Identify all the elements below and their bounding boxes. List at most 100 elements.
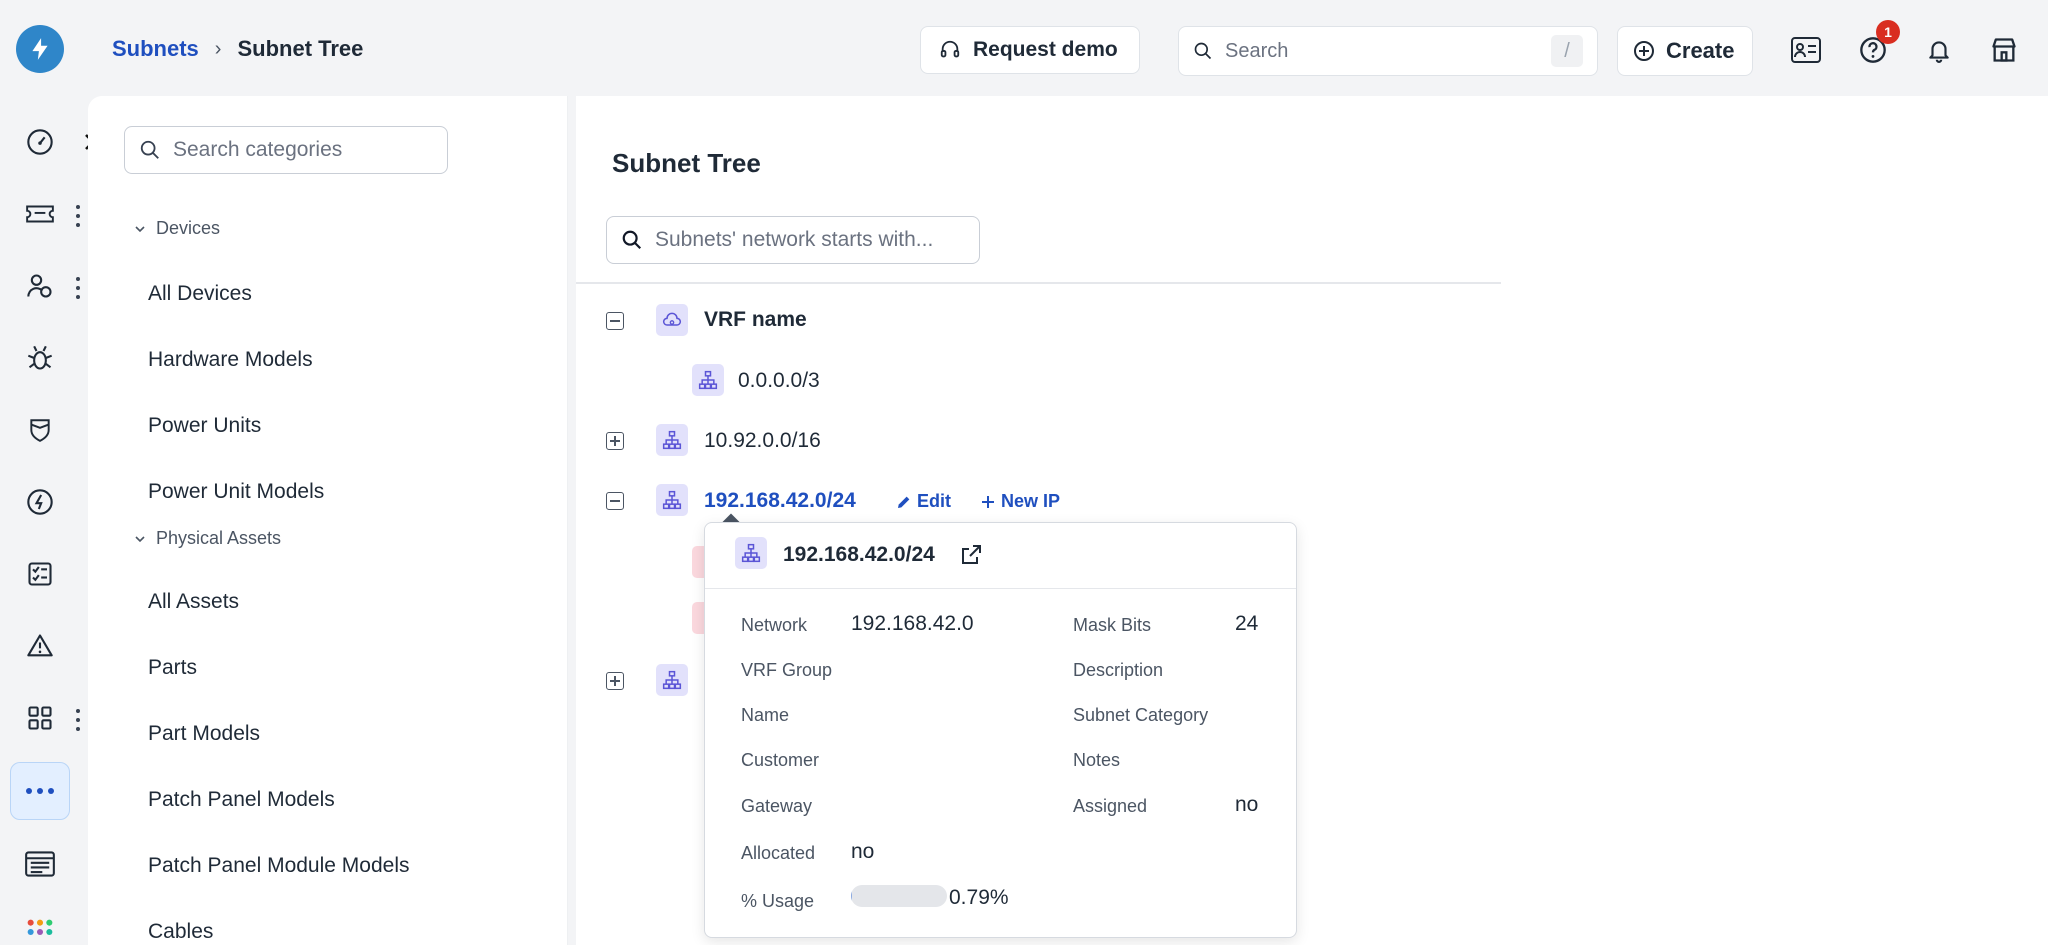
category-group-label: Physical Assets <box>156 528 282 548</box>
rail-tickets[interactable] <box>20 194 60 234</box>
speedometer-icon <box>27 489 53 515</box>
vrf-group-label: VRF Group <box>741 660 833 680</box>
category-item-part-models[interactable]: Part Models <box>148 722 260 746</box>
global-search-placeholder: Search <box>1225 39 1289 62</box>
hierarchy-glyph <box>662 430 682 450</box>
subnet-details-popover: 192.168.42.0/24 Network 192.168.42.0 Mas… <box>704 522 1297 938</box>
hierarchy-glyph <box>698 370 718 390</box>
rail-apps[interactable] <box>20 698 60 738</box>
search-icon <box>1194 42 1212 60</box>
shield-icon <box>30 419 50 442</box>
top-bar: Subnets › Subnet Tree Request demo Searc… <box>0 0 2048 96</box>
expand-subnet-toggle[interactable] <box>606 432 624 450</box>
description-label: Description <box>1073 660 1164 680</box>
cloud-network-icon <box>656 304 688 336</box>
rail-tasks[interactable] <box>20 554 60 594</box>
chevron-down-icon <box>135 535 145 542</box>
category-group-devices[interactable]: Devices <box>134 218 220 239</box>
tree-node-subnet-link[interactable]: 192.168.42.0/24 <box>704 489 856 513</box>
rail-people-menu[interactable] <box>74 277 82 299</box>
subnet-icon <box>656 484 688 516</box>
category-search-input[interactable]: Search categories <box>124 126 448 174</box>
app-launcher-icon <box>27 919 53 936</box>
request-demo-button[interactable]: Request demo <box>920 26 1140 74</box>
edit-subnet-button[interactable]: Edit <box>896 491 951 512</box>
category-item-power-unit-models[interactable]: Power Unit Models <box>148 480 324 504</box>
category-item-power-units[interactable]: Power Units <box>148 414 261 438</box>
breadcrumb: Subnets › Subnet Tree <box>112 36 363 62</box>
rail-people[interactable] <box>20 266 60 306</box>
category-item-all-assets[interactable]: All Assets <box>148 590 239 614</box>
collapse-subnet-toggle[interactable] <box>606 492 624 510</box>
app-logo[interactable] <box>16 25 64 73</box>
chevron-right-icon: › <box>214 37 222 60</box>
usage-label: % Usage <box>741 891 815 911</box>
category-item-patch-panel-models[interactable]: Patch Panel Models <box>148 788 335 812</box>
categories-panel: Search categories Devices All Devices Ha… <box>88 96 568 945</box>
help-badge: 1 <box>1876 20 1900 44</box>
allocated-label: Allocated <box>741 843 816 863</box>
cloud-icon-glyph <box>663 312 681 326</box>
subnet-icon <box>692 364 724 396</box>
network-value: 192.168.42.0 <box>851 612 974 635</box>
allocated-value: no <box>851 840 875 863</box>
mask-bits-value: 24 <box>1235 612 1259 635</box>
collapse-vrf-toggle[interactable] <box>606 312 624 330</box>
plus-icon <box>982 495 994 508</box>
hierarchy-glyph <box>662 490 682 510</box>
global-search-input[interactable]: Search / <box>1178 26 1598 76</box>
breadcrumb-subnets-link[interactable]: Subnets <box>112 36 199 62</box>
subnet-icon <box>656 424 688 456</box>
hierarchy-glyph <box>662 670 682 690</box>
headset-icon <box>940 40 960 58</box>
open-in-new-button[interactable] <box>959 543 983 572</box>
create-button[interactable]: Create <box>1617 26 1753 76</box>
rail-tickets-menu[interactable] <box>74 205 82 227</box>
assigned-value: no <box>1235 793 1259 816</box>
rail-security[interactable] <box>20 410 60 450</box>
category-item-hardware-models[interactable]: Hardware Models <box>148 348 313 372</box>
rail-problems[interactable] <box>20 338 60 378</box>
new-ip-button[interactable]: New IP <box>980 491 1060 512</box>
category-group-physical-assets[interactable]: Physical Assets <box>134 528 281 549</box>
tree-node-subnet[interactable]: 10.92.0.0/16 <box>704 429 821 453</box>
gateway-label: Gateway <box>741 796 813 816</box>
hierarchy-glyph <box>741 543 761 563</box>
category-item-cables[interactable]: Cables <box>148 920 213 944</box>
plus-circle-icon <box>1634 41 1654 61</box>
notifications-button[interactable] <box>1919 30 1959 70</box>
usage-progress-fill <box>851 885 852 907</box>
pencil-icon <box>898 496 910 508</box>
usage-value: 0.79% <box>949 886 1009 909</box>
rail-more[interactable] <box>10 762 70 820</box>
rail-browser[interactable] <box>20 844 60 884</box>
browser-window-icon <box>25 851 55 877</box>
request-demo-label: Request demo <box>973 38 1118 61</box>
divider <box>576 282 1501 284</box>
warning-icon <box>27 634 53 657</box>
contacts-button[interactable] <box>1786 30 1826 70</box>
category-item-parts[interactable]: Parts <box>148 656 197 680</box>
popover-title: 192.168.42.0/24 <box>783 543 935 566</box>
search-shortcut-key: / <box>1551 35 1583 67</box>
category-item-all-devices[interactable]: All Devices <box>148 282 252 306</box>
tree-node-subnet[interactable]: 0.0.0.0/3 <box>738 369 820 393</box>
popover-header: 192.168.42.0/24 <box>705 523 1296 589</box>
tree-node-vrf[interactable]: VRF name <box>704 308 807 332</box>
expand-subnet-toggle[interactable] <box>606 672 624 690</box>
store-button[interactable] <box>1984 30 2024 70</box>
rail-dashboard[interactable] <box>20 122 60 162</box>
search-icon <box>140 140 159 159</box>
category-item-patch-panel-module-models[interactable]: Patch Panel Module Models <box>148 854 410 878</box>
page-title: Subnet Tree <box>612 148 761 178</box>
bug-icon <box>27 345 53 370</box>
rail-alerts[interactable] <box>20 626 60 666</box>
usage-progress-bar <box>851 885 947 907</box>
apps-grid-icon <box>28 706 52 730</box>
mask-bits-label: Mask Bits <box>1073 615 1152 635</box>
rail-app-launcher[interactable] <box>20 912 60 945</box>
ticket-icon <box>26 205 54 223</box>
subnet-search-input[interactable]: Subnets' network starts with... <box>606 216 980 264</box>
rail-apps-menu[interactable] <box>74 709 82 731</box>
rail-changes[interactable] <box>20 482 60 522</box>
